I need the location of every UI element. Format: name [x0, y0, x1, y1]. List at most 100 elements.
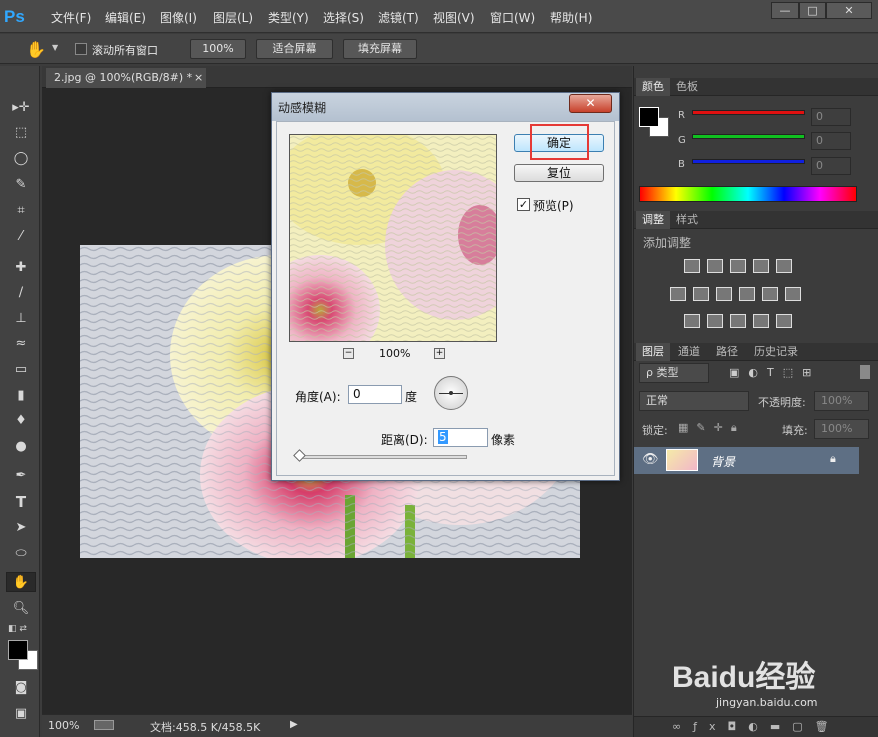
channel-g-slider[interactable] [692, 134, 805, 139]
tab-color[interactable]: 颜色 [636, 78, 670, 96]
photo-filter-icon[interactable] [739, 287, 755, 301]
menu-help[interactable]: 帮助(H) [550, 9, 592, 26]
lasso-tool-icon[interactable]: ◯ [6, 149, 36, 169]
dialog-titlebar[interactable]: 动感模糊 ✕ [272, 93, 619, 121]
exposure-icon[interactable] [753, 259, 769, 273]
dodge-tool-icon[interactable]: ● [6, 437, 36, 457]
status-zoom[interactable]: 100% [48, 719, 79, 732]
fit-screen-button[interactable]: 适合屏幕 [256, 39, 333, 59]
tab-swatches[interactable]: 色板 [670, 78, 704, 96]
channel-mixer-icon[interactable] [762, 287, 778, 301]
menu-window[interactable]: 窗口(W) [490, 9, 535, 26]
scroll-all-checkbox[interactable] [75, 43, 87, 55]
dialog-close-button[interactable]: ✕ [569, 94, 612, 113]
eyedropper-tool-icon[interactable]: ⁄ [6, 227, 36, 247]
vibrance-icon[interactable] [776, 259, 792, 273]
distance-input[interactable]: 5 [433, 428, 488, 447]
fill-screen-button[interactable]: 填充屏幕 [343, 39, 417, 59]
menu-layer[interactable]: 图层(L) [213, 9, 253, 26]
distance-slider-handle[interactable] [293, 449, 306, 462]
zoom-out-button[interactable]: − [343, 348, 354, 359]
gradient-tool-icon[interactable]: ▮ [6, 386, 36, 406]
color-spectrum-bar[interactable] [639, 186, 857, 202]
quick-mask-icon[interactable]: ◙ [6, 678, 36, 698]
healing-brush-tool-icon[interactable]: ✚ [6, 258, 36, 278]
threshold-icon[interactable] [730, 314, 746, 328]
brush-tool-icon[interactable]: ∕ [6, 283, 36, 303]
selective-color-icon[interactable] [753, 314, 769, 328]
reset-button[interactable]: 复位 [514, 164, 604, 182]
channel-b-value[interactable]: 0 [811, 157, 851, 175]
tab-paths[interactable]: 路径 [710, 343, 744, 361]
maximize-button[interactable]: □ [799, 2, 826, 19]
menu-view[interactable]: 视图(V) [433, 9, 475, 26]
eye-icon[interactable]: 👁︎ [642, 452, 659, 467]
filter-toggle-icon[interactable] [860, 365, 870, 379]
layer-name[interactable]: 背景 [711, 453, 735, 470]
menu-edit[interactable]: 编辑(E) [105, 9, 146, 26]
stamp-tool-icon[interactable]: ⊥ [6, 309, 36, 329]
layer-row-background[interactable]: 👁︎ 背景 🔒︎ [634, 447, 859, 474]
channel-g-value[interactable]: 0 [811, 132, 851, 150]
opacity-input[interactable]: 100% [814, 391, 869, 411]
layer-filter-icons[interactable]: ▣◐T⬚⊞ [729, 366, 849, 380]
path-select-tool-icon[interactable]: ➤ [6, 518, 36, 538]
black-white-icon[interactable] [716, 287, 732, 301]
levels-icon[interactable] [707, 259, 723, 273]
tab-history[interactable]: 历史记录 [748, 343, 804, 361]
tab-channels[interactable]: 通道 [672, 343, 706, 361]
zoom-100-button[interactable]: 100% [190, 39, 246, 59]
posterize-icon[interactable] [707, 314, 723, 328]
menu-select[interactable]: 选择(S) [323, 9, 364, 26]
crop-tool-icon[interactable]: ⌗ [6, 201, 36, 221]
gradient-map-icon[interactable] [776, 314, 792, 328]
hand-tool-button-icon[interactable]: ✋ [6, 572, 36, 592]
filter-preview[interactable] [289, 134, 497, 342]
ellipse-tool-icon[interactable]: ⬭ [6, 544, 36, 564]
close-tab-icon[interactable]: × [194, 68, 203, 88]
color-fg-swatch[interactable] [639, 107, 659, 127]
angle-dial[interactable] [434, 376, 468, 410]
layers-footer-icons[interactable]: ∞ƒx◘◐▬▢🗑︎ [634, 716, 878, 737]
close-window-button[interactable]: ✕ [826, 2, 872, 19]
history-brush-tool-icon[interactable]: ≈ [6, 334, 36, 354]
hand-tool-icon[interactable]: ✋ [26, 40, 46, 59]
tab-layers[interactable]: 图层 [636, 343, 670, 361]
marquee-tool-icon[interactable]: ⬚ [6, 123, 36, 143]
menu-file[interactable]: 文件(F) [51, 9, 91, 26]
curves-icon[interactable] [730, 259, 746, 273]
quick-select-tool-icon[interactable]: ✎ [6, 175, 36, 195]
move-tool-icon[interactable]: ▸✛ [6, 98, 36, 118]
color-lookup-icon[interactable] [785, 287, 801, 301]
fill-input[interactable]: 100% [814, 419, 869, 439]
color-balance-icon[interactable] [693, 287, 709, 301]
zoom-in-button[interactable]: + [434, 348, 445, 359]
foreground-color-swatch[interactable] [8, 640, 28, 660]
invert-icon[interactable] [684, 314, 700, 328]
blur-tool-icon[interactable]: ♦ [6, 411, 36, 431]
blend-mode-dropdown[interactable]: 正常 [639, 391, 749, 411]
hue-saturation-icon[interactable] [670, 287, 686, 301]
channel-r-slider[interactable] [692, 110, 805, 115]
chevron-down-icon[interactable]: ▼ [52, 43, 58, 52]
eraser-tool-icon[interactable]: ▭ [6, 360, 36, 380]
document-tab[interactable]: 2.jpg @ 100%(RGB/8#) * × [46, 68, 206, 88]
layer-kind-filter[interactable]: ρ 类型 [639, 363, 709, 383]
minimize-button[interactable]: — [771, 2, 799, 19]
menu-type[interactable]: 类型(Y) [268, 9, 309, 26]
lock-icons[interactable]: ▦✎✛🔒︎ [678, 421, 745, 435]
default-colors-icon[interactable]: ◧ ⇄ [8, 624, 27, 634]
menu-image[interactable]: 图像(I) [160, 9, 197, 26]
angle-input[interactable]: 0 [348, 385, 402, 404]
zoom-tool-icon[interactable]: 🔍︎ [6, 599, 36, 619]
menu-filter[interactable]: 滤镜(T) [378, 9, 419, 26]
brightness-icon[interactable] [684, 259, 700, 273]
tab-adjustments[interactable]: 调整 [636, 211, 670, 229]
type-tool-icon[interactable]: T [6, 492, 36, 512]
tab-styles[interactable]: 样式 [670, 211, 704, 229]
status-arrow-icon[interactable]: ▶ [290, 719, 298, 730]
preview-checkbox[interactable]: ✓ [517, 198, 530, 211]
screen-mode-icon[interactable]: ▣ [6, 704, 36, 724]
distance-slider[interactable] [299, 455, 467, 459]
pen-tool-icon[interactable]: ✒ [6, 466, 36, 486]
